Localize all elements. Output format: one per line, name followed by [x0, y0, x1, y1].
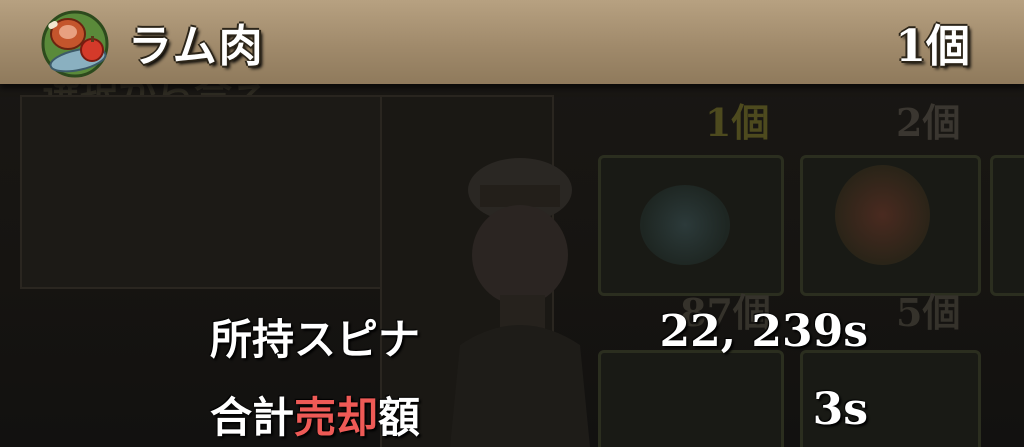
background-count-4: 5個 [896, 290, 961, 335]
total-sale-label: 合計売却額 [210, 384, 420, 445]
fish-icon [640, 185, 730, 265]
item-header-bar: ラム肉 1個 [0, 0, 1024, 84]
total-sale-value: 3s [812, 384, 868, 435]
background-count-1: 1個 [705, 100, 770, 145]
background-count-2: 2個 [896, 100, 961, 145]
meat-fish-apple-icon [41, 10, 109, 78]
owned-spina-label: 所持スピナ [210, 315, 421, 364]
total-sale-label-accent: 売却 [294, 393, 379, 442]
shopkeeper-figure [450, 158, 590, 447]
background-item-slot [598, 350, 784, 447]
meat-icon [835, 165, 930, 265]
total-sale-label-suffix: 額 [378, 393, 421, 442]
background-item-slot [990, 155, 1024, 296]
item-name: ラム肉 [128, 21, 265, 72]
total-sale-label-prefix: 合計 [210, 393, 295, 442]
item-quantity: 1個 [895, 21, 970, 72]
owned-spina-value: 22, 239s [659, 306, 868, 357]
